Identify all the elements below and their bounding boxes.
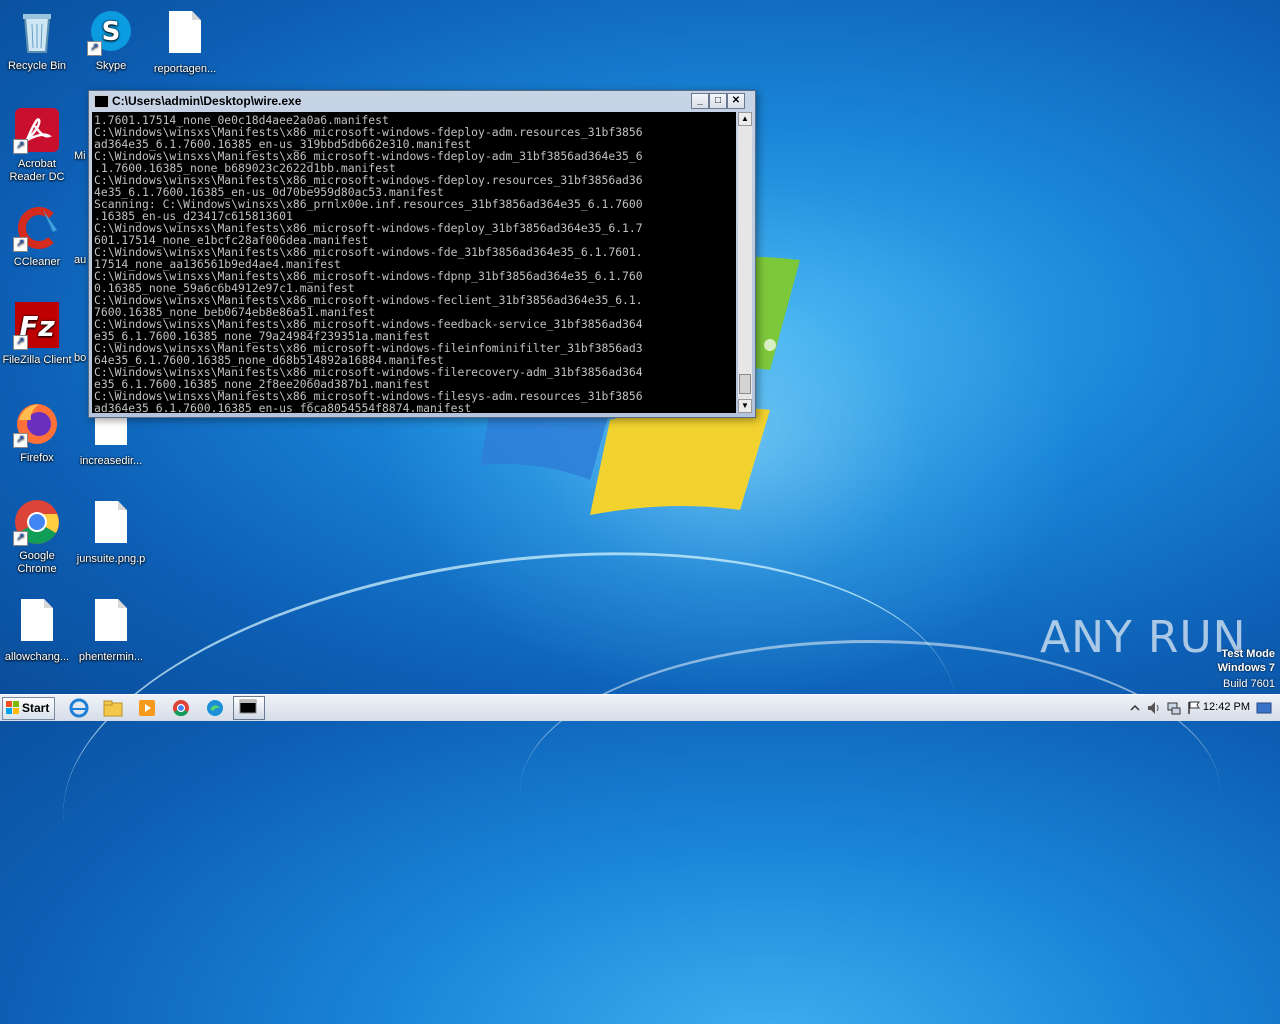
internet-explorer-icon[interactable] <box>68 698 90 718</box>
volume-icon[interactable] <box>1146 700 1162 716</box>
system-tray: 12:42 PM <box>1120 695 1280 721</box>
windows-flag-icon <box>6 701 19 714</box>
shortcut-arrow-icon: ↗ <box>13 531 28 546</box>
console-taskbar-icon <box>239 699 257 714</box>
taskbar-clock[interactable]: 12:42 PM <box>1203 701 1250 713</box>
wallpaper-swoosh <box>520 640 1220 943</box>
console-output-area[interactable]: 1.7601.17514_none_0e0c18d4aee2a0a6.manif… <box>92 112 736 413</box>
recycle-bin-icon <box>13 8 61 56</box>
file-explorer-icon[interactable] <box>102 698 124 718</box>
desktop-icon-label: CCleaner <box>13 256 61 268</box>
desktop-icon-label: FileZilla Client <box>2 354 72 366</box>
edge-icon[interactable] <box>204 698 226 718</box>
desktop-icon-chrome[interactable]: ↗ Google Chrome <box>0 498 74 576</box>
scroll-down-arrow-icon[interactable]: ▼ <box>738 399 752 413</box>
desktop-icon-partial[interactable]: Mi <box>74 150 88 163</box>
shortcut-arrow-icon: ↗ <box>87 41 102 56</box>
desktop-icon-filezilla[interactable]: Fz ↗ FileZilla Client <box>0 302 74 367</box>
close-button[interactable]: ✕ <box>727 93 745 109</box>
start-button[interactable]: Start <box>2 697 55 720</box>
shortcut-arrow-icon: ↗ <box>13 237 28 252</box>
desktop-icon-label: allowchang... <box>4 651 70 663</box>
document-icon <box>161 11 209 59</box>
console-vertical-scrollbar[interactable]: ▲ ▼ <box>738 112 752 413</box>
desktop-icon-label: Acrobat Reader DC <box>9 158 65 183</box>
taskbar: Start 12:42 PM <box>0 694 1280 721</box>
scroll-up-arrow-icon[interactable]: ▲ <box>738 112 752 126</box>
chrome-icon: ↗ <box>13 498 61 546</box>
shortcut-arrow-icon: ↗ <box>13 139 28 154</box>
desktop-icon-label: reportagen... <box>153 63 217 75</box>
test-mode-label: Test Mode <box>1221 648 1275 660</box>
console-window-title: C:\Users\admin\Desktop\wire.exe <box>112 94 302 108</box>
document-icon <box>87 599 135 647</box>
desktop-icon-label: Google Chrome <box>17 550 57 575</box>
chrome-taskbar-icon[interactable] <box>170 698 192 718</box>
desktop-icon-label: phentermin... <box>78 651 144 663</box>
desktop-icon-allowchang[interactable]: allowchang... <box>0 596 74 664</box>
desktop-icon-ccleaner[interactable]: ↗ CCleaner <box>0 204 74 269</box>
desktop-icon-acrobat[interactable]: ↗ Acrobat Reader DC <box>0 106 74 184</box>
document-icon <box>13 599 61 647</box>
console-app-icon <box>94 95 109 108</box>
filezilla-icon: Fz ↗ <box>13 302 61 350</box>
shortcut-arrow-icon: ↗ <box>13 335 28 350</box>
action-center-flag-icon[interactable] <box>1186 700 1202 716</box>
desktop-icon-junsuite[interactable]: junsuite.png.p <box>74 498 148 566</box>
svg-text:S: S <box>102 17 121 47</box>
desktop-icon-label: Skype <box>95 60 127 72</box>
console-window[interactable]: C:\Users\admin\Desktop\wire.exe _ □ ✕ 1.… <box>88 90 756 418</box>
anyrun-watermark: ANY RUN <box>1040 612 1247 663</box>
desktop-icon-label: increasedir... <box>79 455 143 467</box>
desktop-icon-label: au <box>74 254 87 266</box>
desktop-icon-skype[interactable]: S ↗ Skype <box>74 8 148 73</box>
show-hidden-icons-icon[interactable] <box>1128 701 1142 715</box>
desktop-icon-recycle-bin[interactable]: Recycle Bin <box>0 8 74 73</box>
desktop-icon-label: junsuite.png.p <box>76 553 146 565</box>
start-label: Start <box>22 701 50 715</box>
desktop-icon-label: Firefox <box>20 452 54 464</box>
network-icon[interactable] <box>1166 700 1182 716</box>
skype-icon: S ↗ <box>87 8 135 56</box>
maximize-button[interactable]: □ <box>709 93 727 109</box>
desktop-icon-label: Mi <box>74 150 86 162</box>
desktop-icon-partial[interactable]: au <box>74 254 88 267</box>
firefox-icon: ↗ <box>13 400 61 448</box>
taskbar-item-console[interactable] <box>233 696 265 720</box>
console-output-text: 1.7601.17514_none_0e0c18d4aee2a0a6.manif… <box>94 113 643 413</box>
console-titlebar[interactable]: C:\Users\admin\Desktop\wire.exe _ □ ✕ <box>89 91 755 111</box>
minimize-button[interactable]: _ <box>691 93 709 109</box>
acrobat-icon: ↗ <box>13 106 61 154</box>
build-label: Build 7601 <box>1223 678 1275 690</box>
desktop-icon-partial[interactable]: bo <box>74 352 88 365</box>
desktop-icon-phentermin[interactable]: phentermin... <box>74 596 148 664</box>
media-player-icon[interactable] <box>136 698 158 718</box>
windows-version-label: Windows 7 <box>1217 662 1275 674</box>
desktop-icon-label: bo <box>74 352 87 364</box>
desktop-icon-label: Recycle Bin <box>7 60 67 72</box>
desktop-icon-reportagen[interactable]: reportagen... <box>148 8 222 76</box>
show-desktop-icon[interactable] <box>1256 700 1272 716</box>
scrollbar-thumb[interactable] <box>739 374 751 394</box>
shortcut-arrow-icon: ↗ <box>13 433 28 448</box>
desktop-icon-firefox[interactable]: ↗ Firefox <box>0 400 74 465</box>
document-icon <box>87 501 135 549</box>
ccleaner-icon: ↗ <box>13 204 61 252</box>
